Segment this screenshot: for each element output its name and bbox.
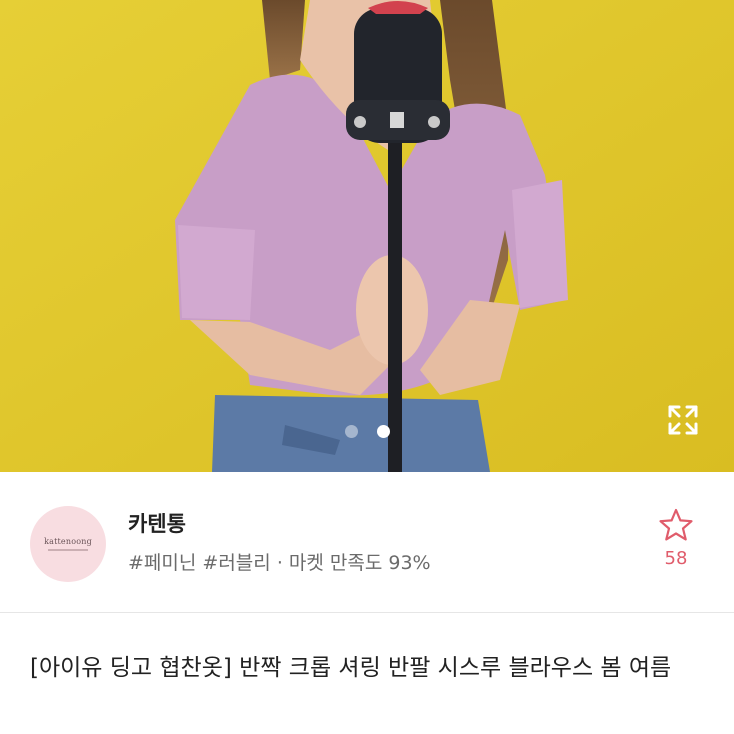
favorite-button[interactable]: 58	[650, 508, 702, 578]
avatar-logo-text: kattenoong	[44, 537, 92, 546]
carousel-dot-active[interactable]	[376, 424, 390, 438]
divider	[0, 612, 734, 613]
avatar-logo-line	[48, 549, 88, 551]
seller-meta: #페미닌 #러블리 · 마켓 만족도 93%	[128, 548, 431, 575]
seller-avatar[interactable]: kattenoong	[30, 506, 106, 582]
star-outline-icon	[659, 508, 693, 541]
expand-arrows-icon[interactable]	[664, 402, 702, 438]
meta-separator: ·	[276, 552, 283, 574]
product-photo	[0, 0, 734, 472]
product-title: [아이유 딩고 협찬옷] 반짝 크롭 셔링 반팔 시스루 블라우스 봄 여름	[30, 655, 672, 681]
favorite-count: 58	[664, 548, 688, 569]
market-satisfaction: 마켓 만족도 93%	[288, 552, 431, 574]
seller-tags[interactable]: #페미닌 #러블리	[128, 552, 271, 574]
carousel-dot[interactable]	[344, 424, 358, 438]
product-image-gallery[interactable]	[0, 0, 734, 472]
seller-name[interactable]: 카텐통	[128, 508, 186, 538]
carousel-indicator	[0, 423, 734, 439]
seller-section	[0, 472, 734, 612]
